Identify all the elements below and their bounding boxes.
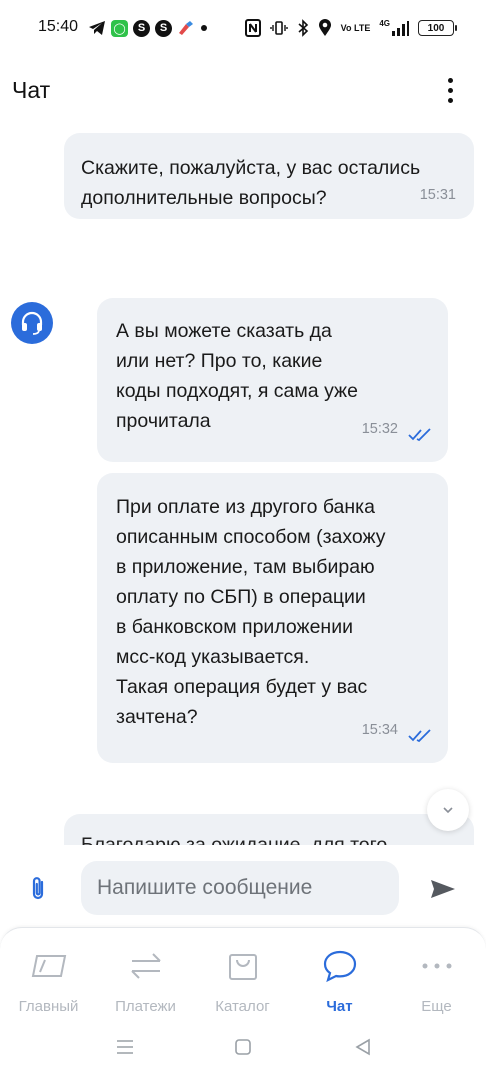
nav-label: Каталог xyxy=(215,998,270,1015)
shopping-bag-icon xyxy=(223,946,263,986)
nav-label: Главный xyxy=(18,998,79,1015)
page-title: Чат xyxy=(12,77,51,103)
attach-icon[interactable] xyxy=(27,875,51,903)
double-check-icon xyxy=(408,428,431,442)
send-icon[interactable] xyxy=(429,878,457,900)
bluetooth-icon xyxy=(298,19,308,37)
nav-label: Еще xyxy=(421,998,452,1015)
message-composer xyxy=(0,845,486,929)
nav-item-home[interactable]: Главный xyxy=(0,946,97,1016)
transfer-arrows-icon xyxy=(126,946,166,986)
app-s-icon: S xyxy=(133,19,150,37)
system-icons: Vo LTE 4G 100 xyxy=(244,17,457,39)
nav-item-more[interactable]: Еще xyxy=(388,946,485,1016)
chevron-down-icon xyxy=(443,807,453,814)
nav-label: Платежи xyxy=(115,998,176,1015)
status-bar: 15:40 ◯ S S Vo LTE 4G 100 xyxy=(0,0,486,56)
more-vertical-icon xyxy=(447,77,453,83)
support-avatar xyxy=(11,302,53,344)
message-text: При оплате из другого банка описанным сп… xyxy=(116,496,386,728)
message-time: 15:32 xyxy=(361,421,398,437)
notification-icons: ◯ S S xyxy=(88,18,208,38)
message-time: 15:34 xyxy=(361,722,398,738)
message-outgoing: А вы можете сказать да или нет? Про то, … xyxy=(97,298,448,462)
menu-icon[interactable] xyxy=(115,1038,135,1056)
system-navigation xyxy=(0,1028,486,1072)
message-list[interactable]: Скажите, пожалуйста, у вас остались допо… xyxy=(0,120,486,845)
message-text: Скажите, пожалуйста, у вас остались допо… xyxy=(81,157,421,209)
more-dots-icon xyxy=(417,946,457,986)
message-incoming: Благодарю за ожидание, для того xyxy=(64,814,474,845)
home-card-icon xyxy=(29,946,69,986)
location-icon xyxy=(318,19,331,36)
battery-indicator: 100 xyxy=(418,20,457,36)
chat-header: Чат xyxy=(0,60,486,120)
nav-item-payments[interactable]: Платежи xyxy=(97,946,194,1016)
signal-icon: 4G xyxy=(379,19,409,37)
message-input[interactable] xyxy=(81,861,399,915)
dot-icon xyxy=(201,25,207,31)
message-incoming: Скажите, пожалуйста, у вас остались допо… xyxy=(64,133,474,219)
app-s-icon: S xyxy=(155,19,172,37)
whatsapp-icon: ◯ xyxy=(111,19,128,37)
status-time: 15:40 xyxy=(38,18,79,35)
message-text: Благодарю за ожидание, для того xyxy=(81,834,388,845)
scroll-down-button[interactable] xyxy=(427,789,469,831)
back-triangle-icon[interactable] xyxy=(354,1038,372,1056)
more-options-button[interactable] xyxy=(438,72,462,108)
nfc-icon xyxy=(244,19,261,37)
double-check-icon xyxy=(408,729,431,743)
vibrate-icon xyxy=(269,21,288,35)
headset-icon xyxy=(21,311,43,335)
nav-item-chat[interactable]: Чат xyxy=(291,946,388,1016)
nav-label: Чат xyxy=(326,998,353,1015)
paint-icon xyxy=(179,21,193,35)
message-outgoing: При оплате из другого банка описанным сп… xyxy=(97,473,448,763)
network-type: 4G xyxy=(379,19,390,28)
message-time: 15:31 xyxy=(419,187,456,203)
nav-item-catalog[interactable]: Каталог xyxy=(194,946,291,1016)
telegram-icon xyxy=(89,21,105,35)
chat-bubble-icon xyxy=(320,946,360,986)
home-square-icon[interactable] xyxy=(234,1038,252,1056)
volte-icon: Vo LTE xyxy=(340,22,371,33)
